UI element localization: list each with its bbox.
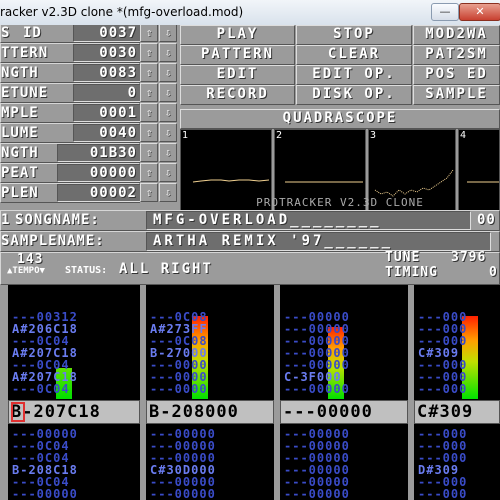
current-row-1[interactable]: B-207C18 bbox=[8, 400, 140, 424]
button-pos-ed[interactable]: POS ED bbox=[413, 65, 500, 85]
button-stop[interactable]: STOP bbox=[296, 25, 412, 45]
pattern-row[interactable]: ---000 bbox=[418, 383, 467, 395]
button-pat2sm[interactable]: PAT2SM bbox=[413, 45, 500, 65]
samplename-field[interactable]: ARTHA REMIX '97______ bbox=[146, 232, 491, 251]
button-pattern[interactable]: PATTERN bbox=[180, 45, 295, 65]
edit-cursor bbox=[11, 402, 25, 422]
left-panel-row: NGTH 01B30 bbox=[0, 143, 141, 163]
button-clear[interactable]: CLEAR bbox=[296, 45, 412, 65]
button-disk-op[interactable]: DISK OP. bbox=[296, 85, 412, 105]
song-position: 1 bbox=[1, 212, 11, 228]
songname-row: 1 SONGNAME: MFG-OVERLOAD________ 00 bbox=[0, 210, 500, 231]
left-panel-row: MPLE 0001 bbox=[0, 103, 141, 123]
status-label: STATUS: bbox=[65, 265, 108, 276]
button-record[interactable]: RECORD bbox=[180, 85, 295, 105]
button-play[interactable]: PLAY bbox=[180, 25, 295, 45]
arrow-down-icon[interactable]: ⇩ bbox=[159, 143, 177, 162]
row-value: 01B30 bbox=[57, 144, 141, 162]
row-value: 00000 bbox=[57, 164, 141, 182]
row-value: 00002 bbox=[57, 184, 141, 202]
arrow-down-icon[interactable]: ⇩ bbox=[159, 43, 177, 62]
arrow-down-icon[interactable]: ⇩ bbox=[159, 63, 177, 82]
left-panel-row: S ID 0037 bbox=[0, 25, 141, 43]
songname-label: SONGNAME: bbox=[15, 212, 100, 228]
quadrascope-label: QUADRASCOPE bbox=[180, 109, 500, 129]
arrow-up-icon[interactable]: ⇧ bbox=[140, 103, 158, 122]
pattern-row[interactable]: ---0000 bbox=[150, 383, 208, 395]
left-panel-row: PEAT 00000 bbox=[0, 163, 141, 183]
arrow-up-icon[interactable]: ⇧ bbox=[140, 143, 158, 162]
row-label: S bbox=[1, 25, 11, 41]
channel-4[interactable]: ---000 ---000 ---000 C#309 ---000 ---000 ---00… bbox=[414, 285, 500, 500]
tune-value: 3796 bbox=[451, 250, 487, 265]
left-panel-row: TTERN 0030 bbox=[0, 43, 141, 63]
arrow-down-icon[interactable]: ⇩ bbox=[159, 123, 177, 142]
button-edit[interactable]: EDIT bbox=[180, 65, 295, 85]
window-titlebar: racker v2.3D clone *(mfg-overload.mod) —… bbox=[0, 0, 500, 26]
status-row: 143 ▲TEMPO▼ STATUS: ALL RIGHT TUNE 3796 … bbox=[0, 250, 500, 285]
arrow-down-icon[interactable]: ⇩ bbox=[159, 163, 177, 182]
arrow-up-icon[interactable]: ⇧ bbox=[140, 163, 158, 182]
row-label: ETUNE bbox=[1, 85, 49, 101]
pattern-row[interactable]: ---00000 bbox=[284, 383, 350, 395]
current-row-2[interactable]: B-208000 bbox=[146, 400, 274, 424]
channel-2[interactable]: ---0C08 A#273FF ---0C08 B-27000 ---0000 ---00… bbox=[146, 285, 274, 500]
current-row-4[interactable]: C#309 bbox=[414, 400, 500, 424]
timing-label: TIMING bbox=[385, 265, 438, 280]
channel-3[interactable]: ---00000 ---00000 ---00000 ---00000 ---00000… bbox=[280, 285, 408, 500]
row-label: MPLE bbox=[1, 105, 39, 121]
arrow-up-icon[interactable]: ⇧ bbox=[140, 63, 158, 82]
pattern-row[interactable]: ---0C04 bbox=[12, 383, 70, 395]
row-value: 0083 bbox=[73, 64, 141, 82]
button-sample[interactable]: SAMPLE bbox=[413, 85, 500, 105]
songname-field[interactable]: MFG-OVERLOAD________ bbox=[146, 211, 471, 230]
channel-1[interactable]: ---00312 A#206C18 ---0C04 A#207C18 ---0C04 A#… bbox=[8, 285, 140, 500]
row-value: 0001 bbox=[73, 104, 141, 122]
arrow-down-icon[interactable]: ⇩ bbox=[159, 83, 177, 102]
timing-value: 0 bbox=[489, 265, 498, 280]
row-label: PLEN bbox=[1, 185, 39, 201]
status-text: ALL RIGHT bbox=[119, 261, 213, 277]
row-label: NGTH bbox=[1, 65, 39, 81]
tempo-value: 143 bbox=[17, 252, 44, 267]
arrow-up-icon[interactable]: ⇧ bbox=[140, 43, 158, 62]
arrow-up-icon[interactable]: ⇧ bbox=[140, 25, 158, 42]
row-value: 0 bbox=[73, 84, 141, 102]
samplename-row: SAMPLENAME: ARTHA REMIX '97______ bbox=[0, 231, 500, 252]
arrow-down-icon[interactable]: ⇩ bbox=[159, 183, 177, 202]
close-button[interactable]: ✕ bbox=[459, 3, 500, 21]
row-value: 0040 bbox=[73, 124, 141, 142]
left-panel-row: ETUNE 0 bbox=[0, 83, 141, 103]
row-value: 0030 bbox=[73, 44, 141, 62]
tune-label: TUNE bbox=[385, 250, 421, 265]
minimize-button[interactable]: — bbox=[431, 3, 459, 21]
current-row-3[interactable]: ---00000 bbox=[280, 400, 408, 424]
window-title: racker v2.3D clone *(mfg-overload.mod) bbox=[0, 5, 244, 19]
button-mod2wa[interactable]: MOD2WA bbox=[413, 25, 500, 45]
row-label: PEAT bbox=[1, 165, 39, 181]
tempo-label: ▲TEMPO▼ bbox=[7, 266, 45, 276]
song-right-value: 00 bbox=[477, 212, 496, 228]
left-panel-row: PLEN 00002 bbox=[0, 183, 141, 203]
arrow-up-icon[interactable]: ⇧ bbox=[140, 123, 158, 142]
arrow-up-icon[interactable]: ⇧ bbox=[140, 83, 158, 102]
samplename-label: SAMPLENAME: bbox=[1, 233, 105, 249]
left-panel-row: LUME 0040 bbox=[0, 123, 141, 143]
button-edit-op[interactable]: EDIT OP. bbox=[296, 65, 412, 85]
protracker-app: S ID 0037 ⇧ ⇩ TTERN 0030 ⇧ ⇩ NGTH 0083 ⇧ ⇩ ETUNE 0 ⇧ ⇩ MP… bbox=[0, 25, 500, 500]
row-label: NGTH bbox=[1, 145, 39, 161]
left-panel-row: NGTH 0083 bbox=[0, 63, 141, 83]
row-value: 0037 bbox=[73, 25, 141, 42]
row-label: TTERN bbox=[1, 45, 49, 61]
row-label: LUME bbox=[1, 125, 39, 141]
arrow-down-icon[interactable]: ⇩ bbox=[159, 25, 177, 42]
arrow-up-icon[interactable]: ⇧ bbox=[140, 183, 158, 202]
arrow-down-icon[interactable]: ⇩ bbox=[159, 103, 177, 122]
row-extra-label: ID bbox=[23, 25, 42, 41]
